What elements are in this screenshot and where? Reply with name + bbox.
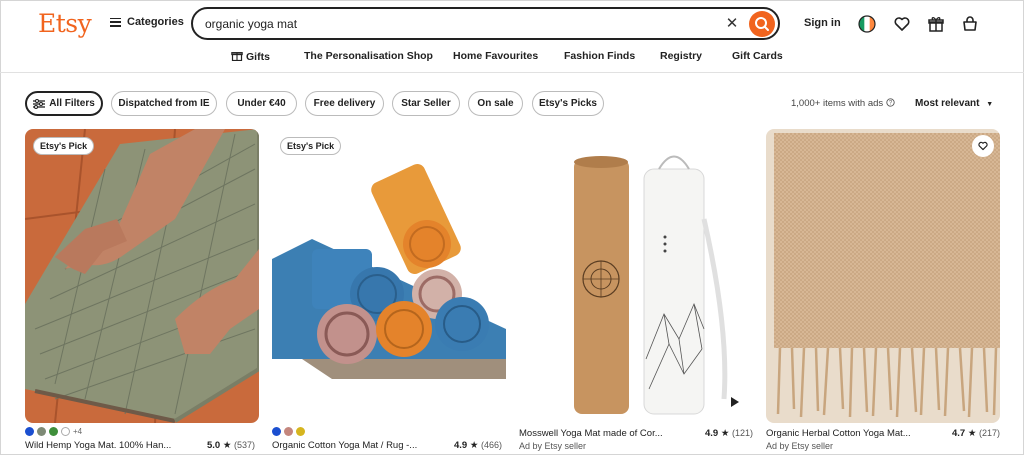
menu-icon <box>110 17 121 27</box>
listing-card-1[interactable]: Etsy's Pick <box>25 129 259 423</box>
star-icon: ★ <box>222 440 232 451</box>
more-colours-count: +4 <box>73 427 83 436</box>
listing-title[interactable]: Mosswell Yoga Mat made of Cor... <box>519 428 679 439</box>
listing-card-3[interactable] <box>519 129 753 423</box>
listing-title[interactable]: Wild Hemp Yoga Mat. 100% Han... <box>25 440 185 451</box>
category-nav: Gifts The Personalisation Shop Home Favo… <box>0 50 1024 64</box>
filter-chip-free-delivery[interactable]: Free delivery <box>305 91 384 116</box>
etsys-pick-badge: Etsy's Pick <box>280 137 342 155</box>
swatch[interactable] <box>49 427 58 436</box>
colour-swatches <box>272 427 305 436</box>
star-icon: ★ <box>469 440 479 451</box>
colour-swatches: +4 <box>25 427 82 436</box>
filter-chip-on-sale[interactable]: On sale <box>468 91 523 116</box>
categories-label: Categories <box>127 16 184 28</box>
listing-image <box>272 129 506 423</box>
nav-item-home-favourites[interactable]: Home Favourites <box>453 50 538 62</box>
gift-icon[interactable] <box>926 14 946 34</box>
caret-down-icon: ▼ <box>986 101 994 108</box>
filter-icon <box>33 98 46 109</box>
heart-icon <box>978 141 988 151</box>
nav-item-personalisation-shop[interactable]: The Personalisation Shop <box>304 50 433 62</box>
header-divider <box>0 72 1024 73</box>
swatch[interactable] <box>25 427 34 436</box>
search-bar: ✕ <box>191 7 780 40</box>
nav-item-gifts[interactable]: Gifts <box>231 50 270 63</box>
cart-icon[interactable] <box>960 14 980 34</box>
listing-title[interactable]: Organic Cotton Yoga Mat / Rug -... <box>272 440 432 451</box>
review-count: (466) <box>481 440 503 450</box>
chip-label: All Filters <box>49 98 95 109</box>
rating-value: 5.0 <box>207 440 221 451</box>
rating-value: 4.9 <box>454 440 468 451</box>
all-filters-button[interactable]: All Filters <box>25 91 103 116</box>
results-count: 1,000+ items with ads ? <box>791 98 895 109</box>
review-count: (537) <box>234 440 256 450</box>
nav-item-fashion-finds[interactable]: Fashion Finds <box>564 50 635 62</box>
ad-label: Ad by Etsy seller <box>519 441 587 451</box>
listing-rating: 4.9 ★ (121) <box>705 428 753 439</box>
etsys-pick-badge: Etsy's Pick <box>33 137 95 155</box>
gift-icon <box>231 52 243 62</box>
results-text: 1,000+ items with ads <box>791 98 884 109</box>
rating-value: 4.9 <box>705 428 719 439</box>
star-icon: ★ <box>967 428 977 439</box>
etsy-logo[interactable]: Etsy <box>38 9 92 38</box>
swatch[interactable] <box>272 427 281 436</box>
search-input[interactable] <box>205 15 705 33</box>
swatch[interactable] <box>61 427 70 436</box>
nav-label: Gifts <box>246 51 270 63</box>
swatch[interactable] <box>296 427 305 436</box>
nav-item-gift-cards[interactable]: Gift Cards <box>732 50 783 62</box>
sign-in-link[interactable]: Sign in <box>804 17 841 29</box>
categories-button[interactable]: Categories <box>110 16 184 28</box>
filter-chip-under-40[interactable]: Under €40 <box>226 91 297 116</box>
review-count: (217) <box>979 428 1001 438</box>
search-icon <box>755 17 769 31</box>
rating-value: 4.7 <box>952 428 966 439</box>
listing-card-2[interactable]: Etsy's Pick <box>272 129 506 423</box>
info-icon[interactable]: ? <box>886 98 895 107</box>
listing-rating: 4.9 ★ (466) <box>454 440 502 451</box>
review-count: (121) <box>732 428 754 438</box>
listing-title[interactable]: Organic Herbal Cotton Yoga Mat... <box>766 428 926 439</box>
sort-label: Most relevant <box>915 98 980 109</box>
swatch[interactable] <box>37 427 46 436</box>
favorite-button[interactable] <box>972 135 994 157</box>
ireland-flag-icon[interactable] <box>857 14 877 34</box>
listing-card-4[interactable] <box>766 129 1000 423</box>
listing-image <box>766 129 1000 423</box>
listing-image <box>25 129 259 423</box>
filter-chip-etsys-picks[interactable]: Etsy's Picks <box>532 91 604 116</box>
listing-rating: 4.7 ★ (217) <box>952 428 1000 439</box>
heart-icon[interactable] <box>892 14 912 34</box>
swatch[interactable] <box>284 427 293 436</box>
filter-chip-dispatched-from-ie[interactable]: Dispatched from IE <box>111 91 217 116</box>
listing-rating: 5.0 ★ (537) <box>207 440 255 451</box>
nav-item-registry[interactable]: Registry <box>660 50 702 62</box>
ad-label: Ad by Etsy seller <box>766 441 834 451</box>
close-icon[interactable]: ✕ <box>723 14 741 32</box>
listing-image <box>519 129 753 423</box>
search-button[interactable] <box>749 11 775 37</box>
sort-dropdown[interactable]: Most relevant ▼ <box>915 98 993 109</box>
star-icon: ★ <box>720 428 730 439</box>
filter-chip-star-seller[interactable]: Star Seller <box>392 91 460 116</box>
